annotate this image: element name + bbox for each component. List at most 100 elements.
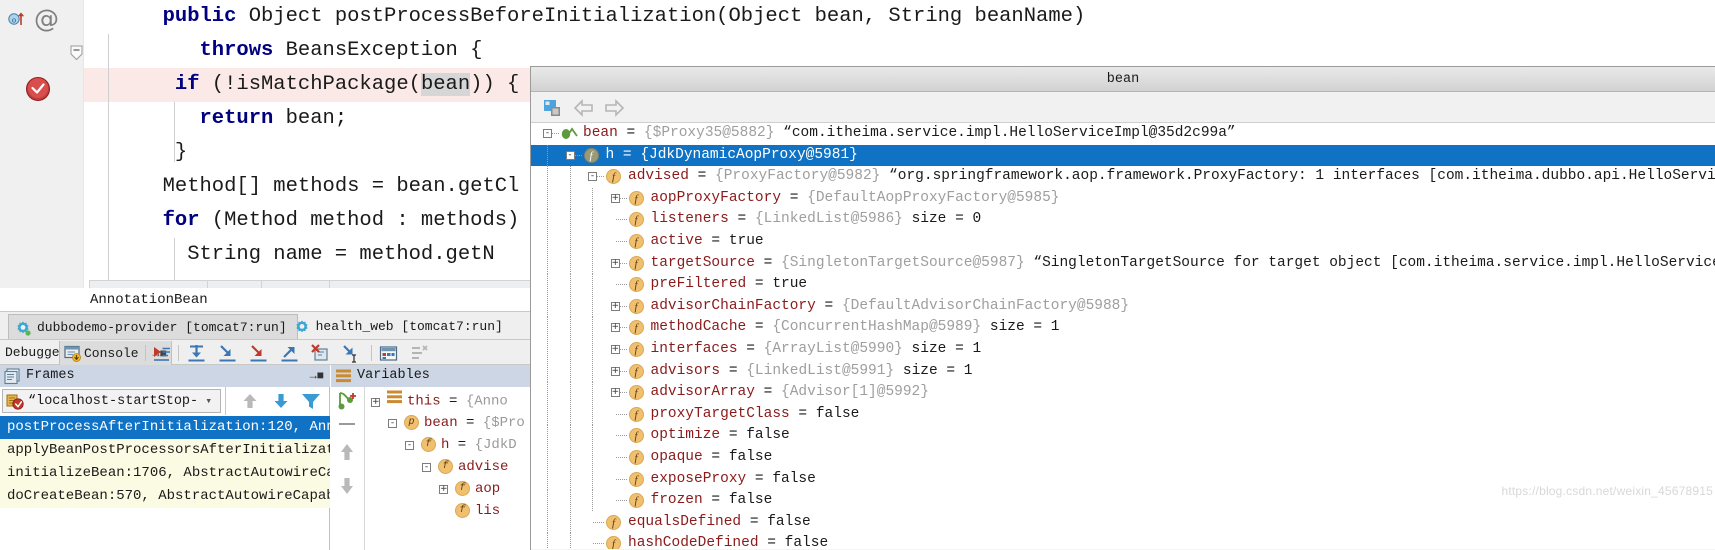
tree-row[interactable]: f opaque = false: [531, 446, 1715, 469]
show-execution-point-icon[interactable]: [152, 344, 171, 363]
mute-breakpoints-icon[interactable]: [410, 344, 429, 363]
force-step-into-icon[interactable]: [249, 344, 268, 363]
chevron-down-icon[interactable]: ▾: [205, 390, 212, 412]
code-line[interactable]: public Object postProcessBeforeInitializ…: [84, 0, 1715, 34]
tree-row[interactable]: f optimize = false: [531, 425, 1715, 447]
variable-row[interactable]: - f advise: [422, 456, 508, 478]
field-icon: f: [628, 385, 644, 401]
breadcrumb[interactable]: AnnotationBean: [89, 288, 539, 312]
tree-guide: [569, 382, 571, 404]
step-out-icon[interactable]: [280, 344, 299, 363]
run-tab-0[interactable]: dubbodemo-provider [tomcat7:run]: [8, 314, 298, 340]
tree-expander[interactable]: -: [588, 172, 597, 182]
run-configuration-tabbar[interactable]: dubbodemo-provider [tomcat7:run] health_w…: [0, 311, 540, 340]
breadcrumb-class[interactable]: AnnotationBean: [90, 292, 208, 308]
popup-title-bar[interactable]: bean: [531, 67, 1715, 92]
tree-expander[interactable]: +: [610, 258, 620, 268]
override-method-icon[interactable]: o: [8, 10, 26, 28]
variable-row[interactable]: f lis: [439, 500, 500, 522]
at-annotation-icon[interactable]: @: [34, 6, 59, 32]
tree-row[interactable]: f listeners = {LinkedList@5986} size = 0: [531, 209, 1715, 231]
step-into-icon[interactable]: [218, 344, 237, 363]
tree-row[interactable]: + f methodCache = {ConcurrentHashMap@5989}…: [531, 317, 1715, 339]
code-line[interactable]: throws BeansException {: [84, 34, 1715, 68]
tree-row[interactable]: - bean = {$Proxy35@5882} “com.itheima.ser…: [531, 123, 1715, 145]
tree-guide: [547, 252, 548, 275]
step-over-icon[interactable]: [187, 344, 206, 363]
variables-side-toolbar[interactable]: [331, 387, 365, 550]
tree-row[interactable]: f preFiltered = true: [531, 274, 1715, 296]
run-to-cursor-icon[interactable]: [342, 344, 361, 363]
editor-fold-strip[interactable]: [69, 0, 84, 288]
frame-row[interactable]: doCreateBean:570, AbstractAutowireCapabl…: [0, 485, 330, 508]
object-ref: {LinkedList@5991}: [746, 362, 895, 379]
popup-toolbar[interactable]: [531, 92, 1715, 123]
tree-expander[interactable]: -: [405, 441, 414, 450]
frames-pane[interactable]: “localhost-startStop-1... ▾ postProcessA…: [0, 387, 330, 550]
tree-expander[interactable]: +: [610, 344, 620, 354]
variable-row[interactable]: + f aop: [439, 478, 500, 500]
evaluate-expression-icon[interactable]: [379, 344, 398, 363]
tree-row[interactable]: -fh = {JdkDynamicAopProxy@5981}: [531, 144, 1715, 167]
object-ref: {DefaultAopProxyFactory@5985}: [807, 189, 1060, 206]
value-inspector-popup[interactable]: bean - bean = {$Proxy35@5882} “com.itheim…: [530, 66, 1715, 550]
tree-expander[interactable]: +: [610, 388, 620, 398]
tree-row[interactable]: + f targetSource = {SingletonTargetSource@…: [531, 252, 1715, 275]
tree-row[interactable]: f hashCodeDefined = false: [531, 533, 1715, 549]
inspect-icon[interactable]: [543, 98, 563, 123]
thread-selector[interactable]: “localhost-startStop-1... ▾: [2, 389, 221, 413]
forward-arrow-icon[interactable]: [603, 98, 625, 123]
drop-frame-icon[interactable]: [311, 344, 330, 363]
tree-expander[interactable]: +: [610, 193, 620, 203]
pin-frames-icon[interactable]: →■: [310, 365, 324, 387]
tree-expander[interactable]: +: [439, 485, 448, 494]
up-arrow-icon[interactable]: [240, 391, 260, 416]
fold-collapse-icon[interactable]: [70, 45, 83, 61]
tree-row[interactable]: - f advised = {ProxyFactory@5982} “org.spr…: [531, 166, 1715, 188]
variables-pane[interactable]: + this = {Anno - p bean = {$Pro - f h = {JdkD - f…: [331, 387, 540, 550]
variable-row[interactable]: -fh = {JdkD: [405, 434, 517, 456]
variable-row[interactable]: + this = {Anno: [371, 390, 508, 412]
tree-row[interactable]: + f advisorArray = {Advisor[1]@5992}: [531, 382, 1715, 404]
tree-expander[interactable]: +: [610, 301, 620, 311]
tree-guide: [547, 511, 548, 534]
tree-guide: [569, 274, 571, 296]
tree-row[interactable]: f equalsDefined = false: [531, 511, 1715, 534]
filter-icon[interactable]: [301, 392, 321, 416]
debug-toolbar[interactable]: Debugger Console →■: [0, 339, 540, 366]
object-ref: {ArrayList@5990}: [763, 340, 903, 357]
back-arrow-icon[interactable]: [573, 98, 595, 123]
remove-watch-icon[interactable]: [339, 423, 355, 425]
tree-guide: [569, 468, 571, 491]
tree-guide: [569, 446, 571, 469]
run-tab-1[interactable]: health_web [tomcat7:run]: [288, 314, 513, 340]
tree-row[interactable]: + f interfaces = {ArrayList@5990} size = 1: [531, 338, 1715, 361]
editor-gutter[interactable]: o @: [0, 0, 84, 288]
frame-row[interactable]: initializeBean:1706, AbstractAutowireCap…: [0, 462, 330, 485]
tree-expander[interactable]: -: [565, 150, 575, 160]
new-watch-icon[interactable]: [337, 391, 359, 416]
tree-row[interactable]: f active = true: [531, 230, 1715, 253]
variable-row[interactable]: - p bean = {$Pro: [388, 412, 525, 434]
down-arrow-icon[interactable]: [271, 391, 291, 416]
move-up-icon[interactable]: [337, 441, 357, 468]
breakpoint-verified-icon[interactable]: [24, 75, 52, 103]
tree-guide: [547, 533, 548, 549]
field-name: h: [605, 146, 615, 163]
frame-row[interactable]: postProcessAfterInitialization:120, Anno…: [0, 416, 330, 439]
tree-expander[interactable]: +: [371, 397, 380, 407]
field-name: advisorChainFactory: [650, 297, 816, 314]
tree-row[interactable]: + f advisors = {LinkedList@5991} size = 1: [531, 360, 1715, 383]
tree-expander[interactable]: -: [388, 419, 397, 428]
tree-expander[interactable]: +: [610, 323, 620, 333]
tree-expander[interactable]: -: [543, 129, 552, 138]
move-down-icon[interactable]: [337, 475, 357, 502]
tree-row[interactable]: + f aopProxyFactory = {DefaultAopProxyFact…: [531, 187, 1715, 210]
tree-guide: [592, 425, 593, 447]
tree-row[interactable]: + f advisorChainFactory = {DefaultAdvisorC…: [531, 295, 1715, 318]
tree-expander[interactable]: +: [610, 366, 620, 376]
tree-row-text: opaque = false: [651, 447, 773, 469]
tree-expander[interactable]: -: [422, 463, 431, 472]
tree-row[interactable]: f proxyTargetClass = false: [531, 403, 1715, 426]
frame-row[interactable]: applyBeanPostProcessorsAfterInitializati…: [0, 439, 330, 462]
